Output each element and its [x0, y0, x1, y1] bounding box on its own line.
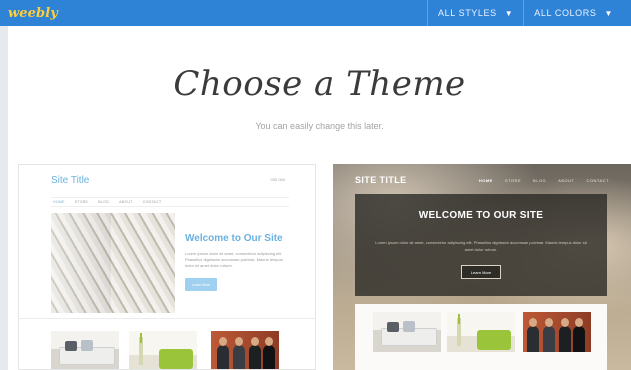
theme-content-area	[355, 304, 607, 370]
theme-learn-more-button: Learn More	[185, 278, 217, 291]
theme-filters: ALL STYLES ▼ ALL COLORS ▼	[427, 0, 623, 26]
theme-hero-panel: WELCOME TO OUR SITE Lorem ipsum dolor si…	[355, 194, 607, 296]
theme-nav-item: HOME	[478, 178, 493, 183]
top-bar: weebly ALL STYLES ▼ ALL COLORS ▼	[0, 0, 631, 26]
chevron-down-icon: ▼	[604, 8, 613, 18]
theme-preview-nav: HOME STORE BLOG ABOUT CONTACT	[51, 197, 289, 207]
theme-header-text: 000 000	[270, 177, 285, 182]
thumbnail-people	[523, 312, 591, 352]
theme-nav-item: CONTACT	[142, 200, 162, 204]
theme-card-light[interactable]: Site Title 000 000 HOME STORE BLOG ABOUT…	[18, 164, 316, 370]
theme-hero-image	[51, 213, 175, 313]
all-colors-label: ALL COLORS	[534, 8, 597, 18]
theme-nav-item: ABOUT	[119, 200, 133, 204]
theme-chooser-page: Choose a Theme You can easily change thi…	[8, 26, 631, 370]
weebly-logo[interactable]: weebly	[8, 6, 58, 21]
theme-nav-item: HOME	[53, 200, 65, 204]
theme-nav-item: ABOUT	[558, 178, 575, 183]
theme-body-text: Lorem ipsum dolor sit amet, consectetur …	[375, 240, 587, 252]
theme-nav-item: BLOG	[533, 178, 547, 183]
theme-nav-item: STORE	[504, 178, 522, 183]
theme-site-title: Site Title	[51, 175, 90, 186]
theme-welcome-heading: WELCOME TO OUR SITE	[418, 210, 544, 221]
all-colors-dropdown[interactable]: ALL COLORS ▼	[523, 0, 623, 26]
theme-site-title: SITE TITLE	[355, 175, 407, 185]
thumbnail-people	[211, 331, 279, 369]
thumbnail-green-chair	[129, 331, 197, 369]
thumbnail-sofa	[373, 312, 441, 352]
divider	[19, 318, 315, 319]
theme-nav-item: STORE	[74, 200, 89, 204]
theme-nav-item: CONTACT	[586, 178, 609, 183]
theme-preview-nav: HOME STORE BLOG ABOUT CONTACT	[479, 178, 609, 183]
all-styles-dropdown[interactable]: ALL STYLES ▼	[427, 0, 523, 26]
all-styles-label: ALL STYLES	[438, 8, 497, 18]
theme-learn-more-button: Learn More	[461, 265, 501, 279]
thumbnail-sofa	[51, 331, 119, 369]
theme-preview-header: Site Title 000 000	[19, 165, 315, 201]
theme-nav-item: BLOG	[98, 200, 110, 204]
theme-welcome-heading: Welcome to Our Site	[185, 233, 283, 244]
page-title: Choose a Theme	[173, 64, 466, 104]
theme-body-text: Lorem ipsum dolor sit amet, consectetur …	[185, 251, 283, 268]
page-subtitle: You can easily change this later.	[255, 121, 384, 131]
thumbnail-green-chair	[447, 312, 515, 352]
theme-card-dark[interactable]: SITE TITLE HOME STORE BLOG ABOUT CONTACT…	[333, 164, 631, 370]
chevron-down-icon: ▼	[504, 8, 514, 18]
